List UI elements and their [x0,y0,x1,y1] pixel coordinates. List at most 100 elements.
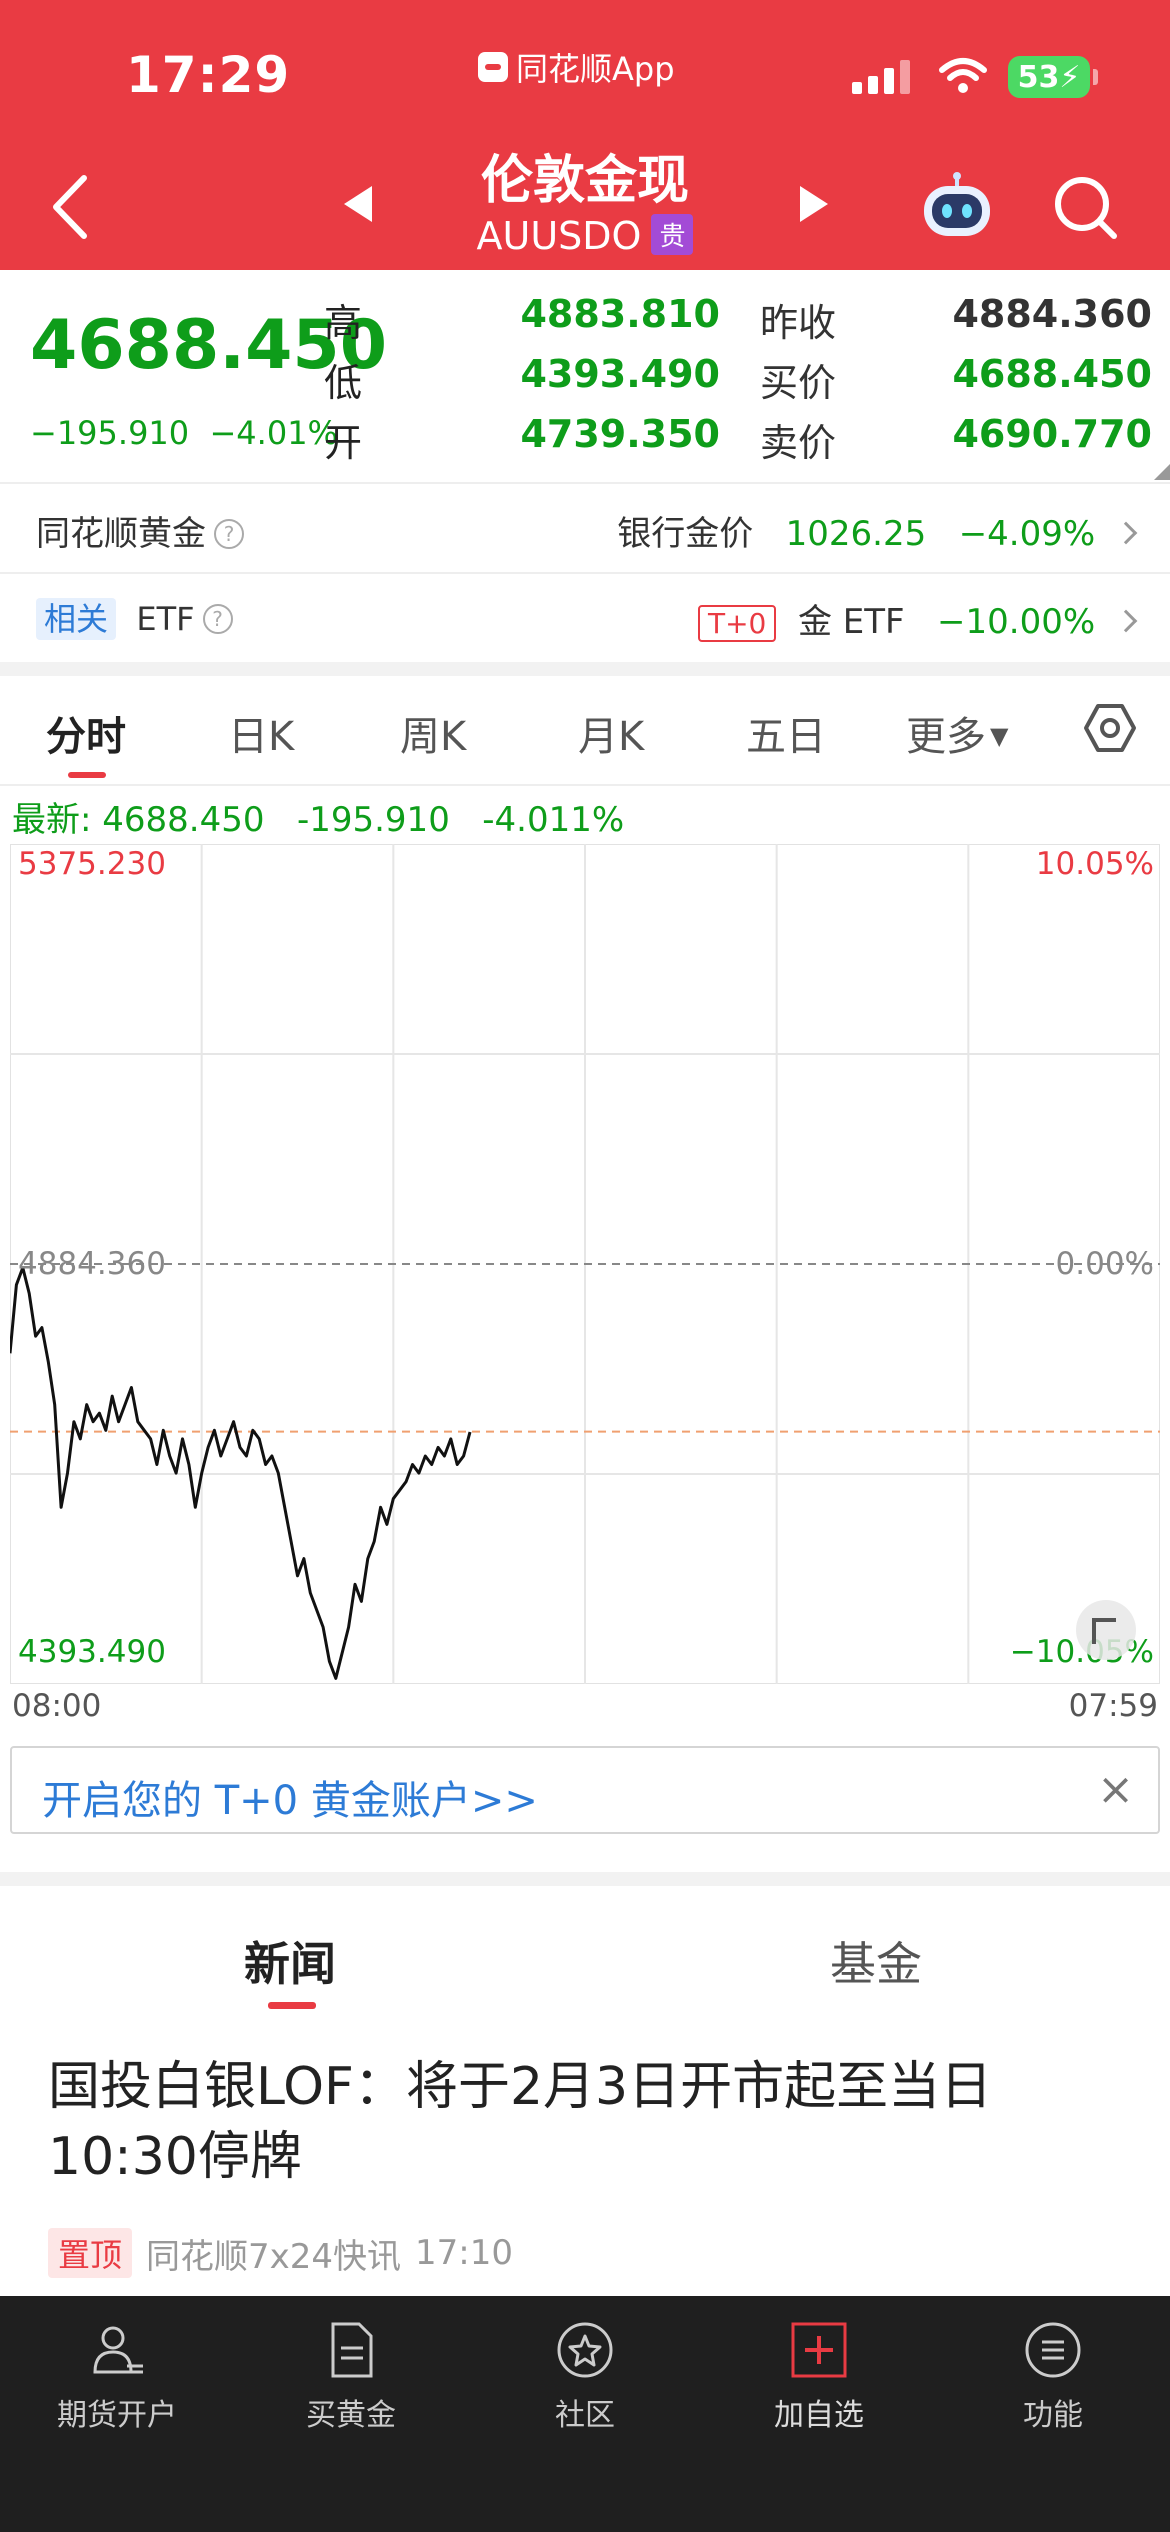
add-watchlist-icon [791,2322,847,2378]
open-account-banner[interactable]: 开启您的 T+0 黄金账户>> × [10,1746,1160,1834]
news-meta: 置顶 同花顺7x24快讯 17:10 [48,2228,513,2278]
y-max-label: 5375.230 [18,846,166,882]
tab-more-label: 更多 [906,714,986,760]
search-icon[interactable] [1048,170,1122,244]
active-tab-indicator [68,772,106,778]
prev-close-value: 4884.360 [952,292,1152,336]
related-tag: 相关 [36,598,117,640]
nav-buy-gold[interactable]: 买黄金 [234,2320,468,2434]
nav-label: 社区 [555,2398,615,2433]
latest-pct: -4.011% [482,800,625,840]
status-app-label: 同花顺App [478,44,675,90]
y-min-label: 4393.490 [18,1634,166,1670]
status-time: 17:29 [126,46,291,104]
chart-period-tabs: 分时 日K 周K 月K 五日 更多 ▼ [0,676,1170,784]
etf-label-group: 相关 ETF? [36,594,233,640]
pct-max-label: 10.05% [1036,846,1154,882]
price-change-pct: −4.01% [209,414,338,452]
open-value: 4739.350 [520,412,720,456]
latest-label: 最新: [12,800,92,840]
app-logo-icon [478,52,508,82]
battery-indicator: 53 ⚡ [1008,56,1098,98]
instrument-code: AUUSDO [476,214,642,258]
cellular-signal-icon [852,60,910,94]
high-value: 4883.810 [520,292,720,336]
latest-price: 4688.450 [102,800,265,840]
prev-close-label: 昨收 [760,301,837,345]
ask-label: 卖价 [760,421,837,465]
bottom-navigation: 期货开户 买黄金 社区 加自选 功能 [0,2296,1170,2532]
bid-value: 4688.450 [952,352,1152,396]
fullscreen-icon[interactable] [1076,1600,1136,1660]
bank-gold-label: 银行金价 [617,514,754,554]
category-badge: 贵 [651,214,694,255]
tab-funds[interactable]: 基金 [830,1928,922,1994]
news-tabs: 新闻 基金 [0,1888,1170,2009]
chart-settings-icon[interactable] [1082,700,1138,756]
nav-label: 买黄金 [306,2398,396,2433]
x-end-label: 07:59 [1068,1688,1158,1724]
nav-label: 加自选 [774,2398,864,2433]
bank-gold-pct: −4.09% [958,514,1096,554]
bid-label: 买价 [760,361,837,405]
next-instrument-icon[interactable] [796,184,832,224]
price-change-row: −195.910 −4.01% [30,414,338,452]
x-start-label: 08:00 [12,1688,102,1724]
chevron-right-icon [1114,521,1138,545]
news-source: 同花顺7x24快讯 [146,2236,402,2277]
nav-label: 功能 [1023,2398,1083,2433]
app-header: 17:29 同花顺App 53 ⚡ 伦敦金现 AUUSDO 贵 [0,0,1170,270]
ask-value: 4690.770 [952,412,1152,456]
latest-quote-line: 最新: 4688.450 -195.910 -4.011% [12,792,624,841]
tab-intraday[interactable]: 分时 [46,704,126,762]
etf-info-row[interactable]: 相关 ETF? T+0 金 ETF −10.00% [0,574,1170,662]
divider [0,784,1170,786]
banner-text[interactable]: 开启您的 T+0 黄金账户>> [42,1768,538,1826]
news-time: 17:10 [415,2233,514,2273]
price-change: −195.910 [30,414,190,452]
status-app-text: 同花顺App [516,50,675,88]
nav-functions[interactable]: 功能 [936,2320,1170,2434]
nav-community[interactable]: 社区 [468,2320,702,2434]
news-headline[interactable]: 国投白银LOF：将于2月3日开市起至当日10:30停牌 [48,2052,1128,2192]
section-divider [0,662,1170,676]
high-label: 高 [324,301,363,345]
gold-info-row[interactable]: 同花顺黄金? 银行金价 1026.25 −4.09% [0,484,1170,572]
bank-gold-value: 1026.25 [785,514,927,554]
expand-corner-icon[interactable] [1154,464,1170,480]
nav-label: 期货开户 [57,2398,177,2433]
pct-zero-label: 0.00% [1056,1246,1154,1282]
nav-futures-account[interactable]: 期货开户 [0,2320,234,2434]
gold-etf-label: 金 ETF [797,602,905,642]
pinned-badge: 置顶 [48,2228,133,2278]
nav-add-watchlist[interactable]: 加自选 [702,2320,936,2434]
low-label: 低 [324,361,363,405]
help-icon[interactable]: ? [214,519,244,549]
active-news-tab-indicator [268,2002,316,2009]
gold-etf-pct: −10.00% [937,602,1096,642]
gold-etf-group: T+0 金 ETF −10.00% [697,594,1138,643]
quote-panel: 4688.450 −195.910 −4.01% 高 4883.810 低 43… [0,270,1170,480]
gold-label: 同花顺黄金 [36,514,206,554]
tab-five-day[interactable]: 五日 [746,704,826,762]
wifi-icon [939,58,987,93]
tab-more[interactable]: 更多 ▼ [906,704,1008,762]
tab-daily-k[interactable]: 日K [228,704,294,762]
tab-monthly-k[interactable]: 月K [578,704,644,762]
tab-news[interactable]: 新闻 [244,1928,336,1994]
intraday-chart[interactable]: 5375.230 4884.360 4393.490 10.05% 0.00% … [10,844,1160,1684]
open-label: 开 [324,421,363,465]
help-icon[interactable]: ? [202,604,233,634]
gold-label-group: 同花顺黄金? [36,506,244,555]
y-ref-label: 4884.360 [18,1246,166,1282]
bank-gold-price-group: 银行金价 1026.25 −4.09% [617,506,1138,555]
ai-assistant-robot-icon[interactable] [918,172,996,242]
low-value: 4393.490 [520,352,720,396]
tab-weekly-k[interactable]: 周K [400,704,466,762]
banner-close-icon[interactable]: × [1097,1764,1134,1815]
battery-level: 53 [1017,59,1060,95]
chevron-right-icon [1114,609,1138,633]
section-divider [0,1872,1170,1886]
caret-down-icon: ▼ [990,722,1009,750]
latest-change: -195.910 [296,800,450,840]
